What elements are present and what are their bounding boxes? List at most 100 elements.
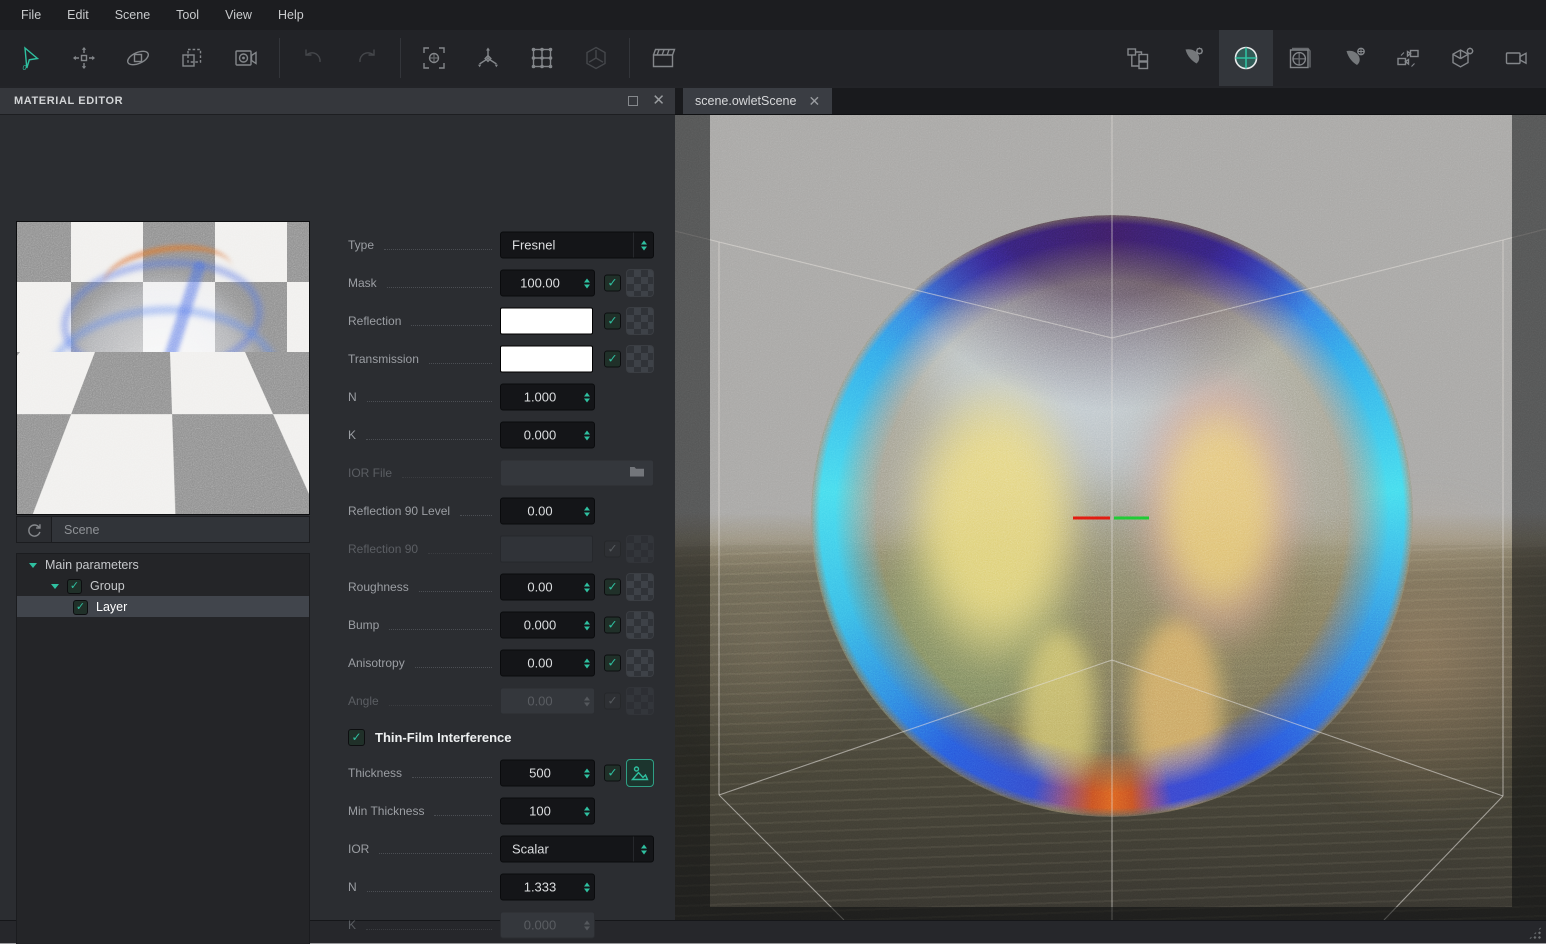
tab-scene-owletscene[interactable]: scene.owletScene ✕ (683, 88, 833, 114)
spin-value: 0.00 (527, 693, 553, 709)
texture-checker-button[interactable] (626, 611, 654, 639)
toolbar-button-node-graph[interactable] (1111, 30, 1165, 86)
refresh-preview-button[interactable] (16, 516, 52, 543)
preview-scene-combo[interactable]: Scene (52, 516, 310, 543)
enable-checkbox[interactable]: ✓ (604, 350, 621, 368)
toolbar-button-select-tool[interactable]: 0 (3, 30, 57, 86)
enable-checkbox[interactable]: ✓ (604, 616, 621, 634)
toolbar-button-framed-sphere[interactable] (1273, 30, 1327, 86)
spinner-arrows-icon[interactable] (579, 575, 594, 600)
material-preview-image[interactable] (16, 221, 310, 515)
spinbox-thickness[interactable]: 500 (500, 759, 595, 787)
param-row-n: N 1.333 (330, 868, 668, 906)
spinbox-n[interactable]: 1.000 (500, 383, 595, 411)
toolbar-button-render-view-tool[interactable] (219, 30, 273, 86)
float-panel-icon[interactable] (628, 96, 639, 106)
toolbar-button-camera[interactable] (1489, 30, 1543, 86)
resize-grip-icon[interactable] (1528, 926, 1542, 940)
chevron-updown-icon[interactable] (633, 836, 653, 862)
spinbox-min-thickness[interactable]: 100 (500, 797, 595, 825)
panel-title: MATERIAL EDITOR (14, 95, 124, 107)
param-label: Bump (348, 618, 380, 632)
menu-edit[interactable]: Edit (54, 1, 102, 29)
texture-checker-button[interactable] (626, 649, 654, 677)
spin-value: 1.333 (523, 879, 557, 895)
checkbox-icon[interactable]: ✓ (73, 599, 88, 615)
texture-checker-button[interactable] (626, 307, 654, 335)
enable-checkbox[interactable]: ✓ (604, 274, 621, 292)
toolbar-button-clapperboard[interactable] (636, 30, 690, 86)
dropdown-type[interactable]: Fresnel (500, 231, 654, 259)
toolbar-button-undo[interactable] (286, 30, 340, 86)
texture-checker-button[interactable] (626, 573, 654, 601)
tree-row-main-parameters[interactable]: Main parameters (17, 554, 309, 575)
enable-checkbox[interactable]: ✓ (604, 578, 621, 596)
chevron-updown-icon[interactable] (633, 232, 653, 258)
enable-checkbox[interactable]: ✓ (604, 654, 621, 672)
param-row-thickness: Thickness 500 ✓ (330, 754, 668, 792)
close-tab-icon[interactable]: ✕ (808, 93, 820, 110)
spinner-arrows-icon[interactable] (579, 499, 594, 524)
enable-checkbox[interactable]: ✓ (604, 312, 621, 330)
material-editor-titlebar[interactable]: MATERIAL EDITOR ✕ (0, 88, 675, 115)
checkbox-icon[interactable]: ✓ (348, 728, 365, 746)
spinbox-anisotropy[interactable]: 0.00 (500, 649, 595, 677)
spinbox-mask[interactable]: 100.00 (500, 269, 595, 297)
spinbox-n[interactable]: 1.333 (500, 873, 595, 901)
toolbar-button-rotate-tool[interactable] (111, 30, 165, 86)
toolbar-button-shader-gear[interactable] (1165, 30, 1219, 86)
toolbar-separator (629, 38, 630, 78)
toolbar-button-object-settings[interactable] (1435, 30, 1489, 86)
spinbox-bump[interactable]: 0.000 (500, 611, 595, 639)
toolbar-button-camera-pair[interactable] (1381, 30, 1435, 86)
texture-checker-button[interactable] (626, 345, 654, 373)
spinner-arrows-icon[interactable] (579, 761, 594, 786)
spinner-arrows-icon[interactable] (579, 651, 594, 676)
spinbox-reflection-90-level[interactable]: 0.00 (500, 497, 595, 525)
texture-checker-button[interactable] (626, 269, 654, 297)
color-swatch-reflection[interactable] (500, 307, 593, 335)
tree-row-group[interactable]: ✓ Group (17, 575, 309, 596)
toolbar-button-locator-sphere[interactable] (1219, 30, 1273, 86)
expander-icon[interactable] (51, 583, 59, 589)
toolbar-button-transform-axes[interactable] (461, 30, 515, 86)
expander-icon[interactable] (29, 562, 37, 568)
spinner-arrows-icon[interactable] (579, 875, 594, 900)
param-row-k: K 0.000 (330, 416, 668, 454)
toolbar-button-move-tool[interactable] (57, 30, 111, 86)
texture-image-button[interactable] (626, 759, 654, 787)
render-image[interactable] (675, 115, 1546, 920)
spinbox-k[interactable]: 0.000 (500, 421, 595, 449)
param-row-bump: Bump 0.000 ✓ (330, 606, 668, 644)
spinner-arrows-icon[interactable] (579, 613, 594, 638)
close-panel-icon[interactable]: ✕ (652, 93, 665, 108)
toolbar-button-redo[interactable] (340, 30, 394, 86)
menu-tool[interactable]: Tool (163, 1, 212, 29)
menu-view[interactable]: View (212, 1, 265, 29)
spinner-arrows-icon[interactable] (579, 271, 594, 296)
toolbar-button-shader-locator[interactable] (1327, 30, 1381, 86)
enable-checkbox[interactable]: ✓ (604, 764, 621, 782)
checkbox-icon[interactable]: ✓ (67, 578, 82, 594)
spinbox-roughness[interactable]: 0.00 (500, 573, 595, 601)
layer-tree-panel: Main parameters✓Group✓Layer + — Move Up … (16, 553, 310, 944)
render-view-tool-icon (233, 45, 259, 71)
param-label: IOR (348, 842, 370, 856)
render-region-mask-right (1512, 115, 1546, 920)
menu-scene[interactable]: Scene (102, 1, 163, 29)
menu-file[interactable]: File (8, 1, 54, 29)
toolbar-button-duplicate-tool[interactable] (165, 30, 219, 86)
toolbar-button-hex-axes[interactable] (569, 30, 623, 86)
param-label: Mask (348, 276, 377, 290)
dropdown-ior[interactable]: Scalar (500, 835, 654, 863)
render-viewport: scene.owletScene ✕ (675, 88, 1546, 920)
spinner-arrows-icon[interactable] (579, 799, 594, 824)
menu-help[interactable]: Help (265, 1, 317, 29)
spinner-arrows-icon[interactable] (579, 423, 594, 448)
spinner-arrows-icon[interactable] (579, 385, 594, 410)
tree-row-layer[interactable]: ✓ Layer (17, 596, 309, 617)
toolbar-button-frame-object[interactable] (407, 30, 461, 86)
color-swatch-transmission[interactable] (500, 345, 593, 373)
viewport-tab-bar: scene.owletScene ✕ (675, 88, 1546, 115)
toolbar-button-lattice[interactable] (515, 30, 569, 86)
